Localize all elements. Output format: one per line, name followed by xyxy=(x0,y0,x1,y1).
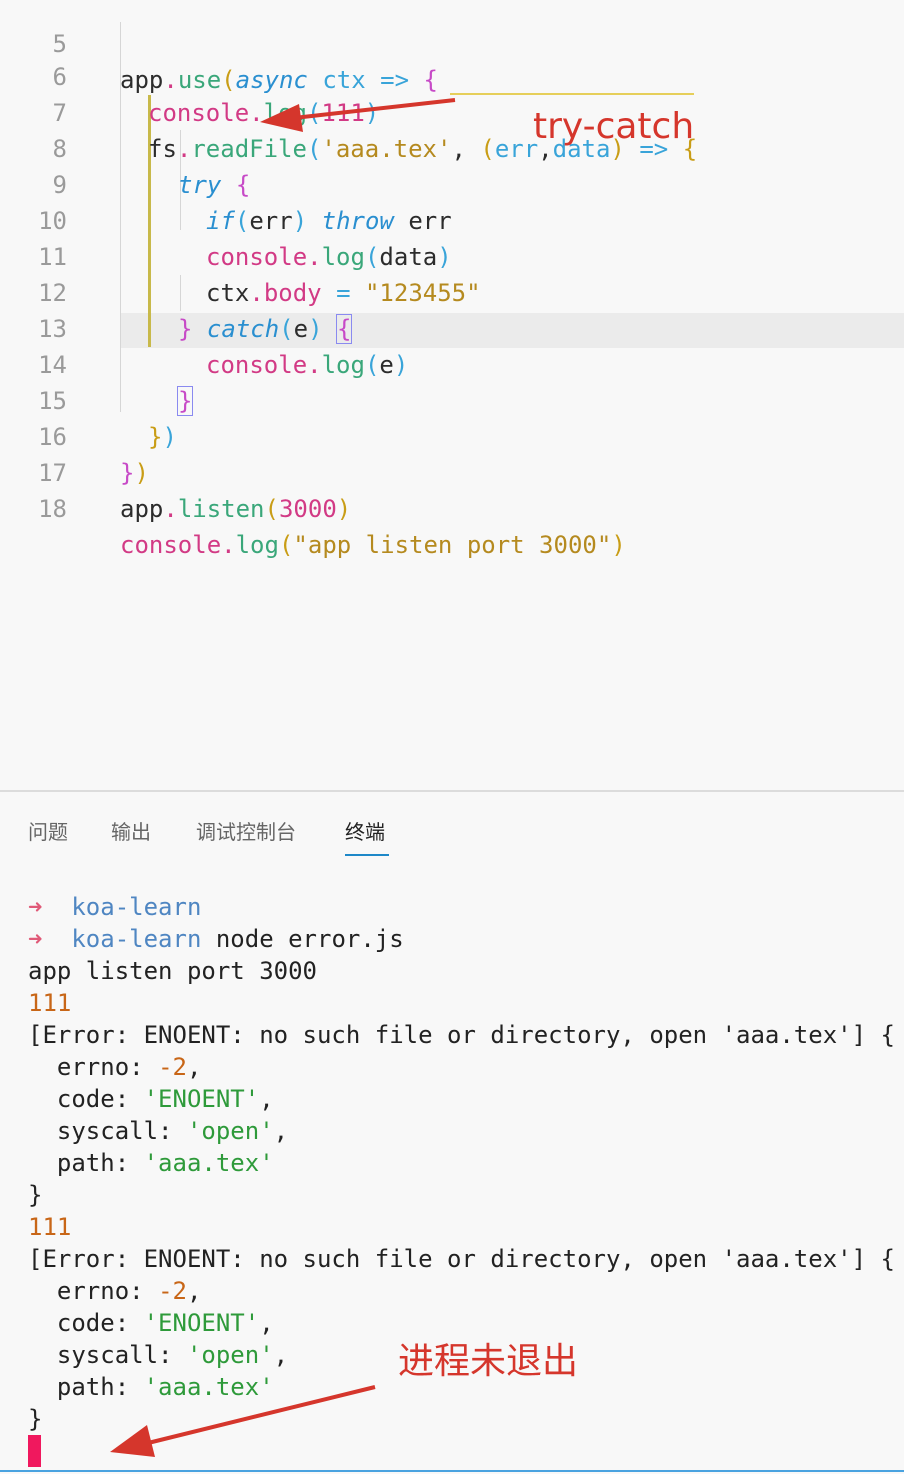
annotation-arrow-try xyxy=(260,98,456,132)
prompt-dir: koa-learn xyxy=(71,925,202,953)
prompt-arrow-icon: ➜ xyxy=(28,925,43,953)
terminal-cursor xyxy=(28,1435,41,1467)
terminal-line: 111 xyxy=(28,989,72,1017)
prompt-dir: koa-learn xyxy=(71,893,202,921)
terminal-line: } xyxy=(28,1181,43,1209)
terminal-line: code: 'ENOENT', xyxy=(56,1085,274,1113)
terminal-line: errno: -2, xyxy=(56,1053,202,1081)
tab-terminal[interactable]: 终端 xyxy=(345,816,385,845)
prompt-command: node error.js xyxy=(215,925,404,953)
code-editor[interactable]: 5 app.use(async ctx => { 6 console.log(1… xyxy=(0,0,904,790)
terminal-line: errno: -2, xyxy=(56,1277,202,1305)
terminal-line: syscall: 'open', xyxy=(56,1341,289,1369)
annotation-process-not-exit: 进程未退出 xyxy=(398,1341,579,1382)
code-line: 10 console.log(data) xyxy=(0,167,904,271)
terminal-line: syscall: 'open', xyxy=(56,1117,289,1145)
tab-output[interactable]: 输出 xyxy=(111,816,151,845)
annotation-try-catch: try-catch xyxy=(533,106,695,147)
terminal-line: 111 xyxy=(28,1213,72,1241)
terminal-line: app listen port 3000 xyxy=(28,957,317,985)
code-line: 11 ctx.body = "123455" xyxy=(0,203,904,307)
terminal-line: [Error: ENOENT: no such file or director… xyxy=(28,1021,895,1049)
active-tab-indicator xyxy=(345,854,389,856)
tab-problems[interactable]: 问题 xyxy=(28,816,68,845)
terminal-prompt-line: ➜ koa-learn node error.js xyxy=(28,923,404,955)
terminal-line: path: 'aaa.tex' xyxy=(56,1149,274,1177)
code-line: 12 } catch(e) { xyxy=(0,239,904,344)
bottom-panel: 问题 输出 调试控制台 终端 ➜ koa-learn ➜ koa-learn n… xyxy=(0,790,904,1474)
tab-debug-console[interactable]: 调试控制台 xyxy=(196,816,296,845)
code-line: 13 console.log(e) xyxy=(0,275,904,379)
code-line: 18 console.log("app listen port 3000") xyxy=(0,455,904,559)
terminal-line: } xyxy=(28,1405,43,1433)
terminal-line: [Error: ENOENT: no such file or director… xyxy=(28,1245,895,1273)
annotation-arrow-cursor xyxy=(110,1385,376,1457)
prompt-arrow-icon: ➜ xyxy=(28,893,43,921)
line-number: 18 xyxy=(38,495,67,523)
code-line: 14 } xyxy=(0,311,904,416)
code-line: 6 console.log(111) xyxy=(0,23,904,127)
terminal-line: code: 'ENOENT', xyxy=(56,1309,274,1337)
code-line: 15 }) xyxy=(0,347,904,451)
code-line: 16 }) xyxy=(0,383,904,487)
code-line: 17 app.listen(3000) xyxy=(0,419,904,523)
terminal-prompt-line: ➜ koa-learn xyxy=(28,891,201,923)
